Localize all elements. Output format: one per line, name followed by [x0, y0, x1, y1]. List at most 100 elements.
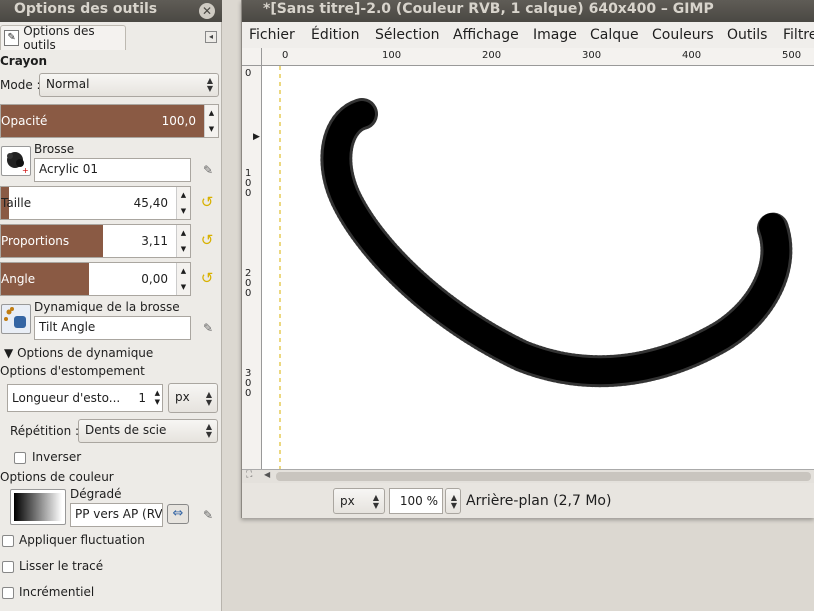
opacity-slider[interactable]: Opacité 100,0 ▲ ▼ — [0, 104, 219, 138]
reset-icon[interactable]: ↺ — [198, 231, 216, 249]
fade-length-spin[interactable]: ▲ ▼ — [155, 389, 160, 407]
menu-edition[interactable]: Édition — [311, 27, 359, 43]
size-slider[interactable]: Taille 45,40 ▲ ▼ — [0, 186, 191, 220]
scrollbar-thumb[interactable] — [276, 472, 811, 481]
color-options-label: Options de couleur — [0, 470, 114, 484]
chevron-updown-icon: ▲ ▼ — [205, 422, 212, 439]
gradient-label: Dégradé — [70, 487, 122, 501]
size-spin[interactable]: ▲ ▼ — [176, 187, 190, 219]
fade-options-label: Options d'estompement — [0, 364, 145, 378]
invert-checkbox[interactable] — [14, 452, 26, 464]
ruler-pointer-icon: ▶ — [253, 132, 260, 142]
hruler-label: 500 — [782, 50, 802, 61]
invert-label: Inverser — [32, 450, 82, 464]
hruler-label: 100 — [382, 50, 402, 61]
vruler-label: 1 0 0 — [245, 168, 252, 199]
incremental-label: Incrémentiel — [19, 585, 95, 599]
angle-value: 0,00 — [141, 272, 168, 286]
vruler-label: 2 0 0 — [245, 268, 252, 299]
image-canvas[interactable] — [262, 66, 814, 469]
fade-unit-select[interactable]: px ▲ ▼ — [168, 383, 218, 413]
unit-select[interactable]: px ▲ ▼ — [333, 488, 385, 514]
scroll-left-icon[interactable]: ◀ — [264, 470, 270, 479]
mode-select[interactable]: Normal ▲ ▼ — [39, 73, 219, 97]
angle-label: Angle — [1, 272, 36, 286]
tab-label: Options des outils — [23, 24, 95, 52]
opacity-value: 100,0 — [161, 114, 196, 128]
smooth-stroke-checkbox[interactable] — [2, 561, 14, 573]
image-window-title: *[Sans titre]-2.0 (Couleur RVB, 1 calque… — [242, 0, 814, 22]
triangle-down-icon: ▼ — [4, 346, 14, 360]
edit-icon[interactable]: ✎ — [200, 162, 216, 178]
zoom-field[interactable]: 100 % — [389, 488, 443, 514]
chevron-updown-icon: ▲ ▼ — [450, 493, 457, 510]
aspect-label: Proportions — [1, 234, 70, 248]
image-window: *[Sans titre]-2.0 (Couleur RVB, 1 calque… — [241, 0, 814, 518]
repeat-label: Répétition : — [10, 424, 80, 438]
svg-text:+: + — [22, 166, 29, 175]
panel-title: Options des outils — [14, 1, 158, 17]
opacity-label: Opacité — [1, 114, 48, 128]
dynamics-label: Dynamique de la brosse — [34, 300, 180, 314]
edit-icon[interactable]: ✎ — [200, 507, 216, 523]
vruler-label: 3 0 0 — [245, 368, 252, 399]
tab-tool-options[interactable]: ✎ Options des outils — [0, 24, 126, 52]
unit-value: px — [340, 494, 355, 508]
menu-couleurs[interactable]: Couleurs — [652, 27, 714, 43]
aspect-spin[interactable]: ▲ ▼ — [176, 225, 190, 257]
horizontal-scrollbar[interactable]: ⛶ ◀ — [242, 469, 814, 483]
dynamics-options-expander[interactable]: ▼ Options de dynamique — [4, 346, 153, 360]
menu-fichier[interactable]: Fichier — [249, 27, 295, 43]
menu-filtres[interactable]: Filtres — [783, 27, 814, 43]
hruler-label: 200 — [482, 50, 502, 61]
gradient-thumbnail[interactable] — [10, 489, 66, 525]
chevron-updown-icon: ▲ ▼ — [206, 76, 213, 93]
dynamics-field[interactable]: Tilt Angle — [34, 316, 191, 340]
vertical-ruler[interactable]: 0 1 0 0 2 0 0 3 0 0 ▶ — [242, 66, 262, 469]
tool-options-icon: ✎ — [4, 30, 20, 46]
hruler-label: 300 — [582, 50, 602, 61]
nav-icon[interactable]: ⛶ — [246, 470, 252, 480]
opacity-spin[interactable]: ▲ ▼ — [204, 105, 218, 137]
menu-selection[interactable]: Sélection — [375, 27, 440, 43]
fade-length-value: 1 — [138, 391, 146, 405]
aspect-value: 3,11 — [141, 234, 168, 248]
menu-calque[interactable]: Calque — [590, 27, 639, 43]
mode-value: Normal — [46, 77, 90, 91]
ruler-corner[interactable] — [242, 48, 262, 66]
fade-unit-value: px — [175, 390, 190, 404]
menu-outils[interactable]: Outils — [727, 27, 767, 43]
fade-length-label: Longueur d'esto... — [12, 391, 121, 405]
aspect-slider[interactable]: Proportions 3,11 ▲ ▼ — [0, 224, 191, 258]
swap-icon[interactable]: ⇔ — [167, 504, 189, 524]
mode-label: Mode : — [0, 78, 41, 92]
dynamics-icon — [4, 307, 26, 328]
gradient-field[interactable]: PP vers AP (RVB — [70, 503, 163, 527]
brush-preview-icon: + — [7, 152, 29, 175]
edit-icon[interactable]: ✎ — [200, 320, 216, 336]
angle-slider[interactable]: Angle 0,00 ▲ ▼ — [0, 262, 191, 296]
brush-field[interactable]: Acrylic 01 — [34, 158, 191, 182]
repeat-value: Dents de scie — [85, 423, 167, 437]
repeat-select[interactable]: Dents de scie ▲ ▼ — [78, 419, 218, 443]
hruler-label: 400 — [682, 50, 702, 61]
reset-icon[interactable]: ↺ — [198, 193, 216, 211]
chevron-updown-icon: ▲ ▼ — [205, 390, 212, 407]
apply-jitter-checkbox[interactable] — [2, 535, 14, 547]
menu-image[interactable]: Image — [533, 27, 577, 43]
reset-icon[interactable]: ↺ — [198, 269, 216, 287]
dynamics-thumbnail[interactable] — [1, 304, 31, 334]
horizontal-ruler[interactable]: 0 100 200 300 400 500 — [262, 48, 814, 66]
zoom-spin[interactable]: ▲ ▼ — [445, 488, 461, 514]
apply-jitter-label: Appliquer fluctuation — [19, 533, 145, 547]
incremental-checkbox[interactable] — [2, 587, 14, 599]
brush-thumbnail[interactable]: + — [1, 146, 31, 176]
tab-menu-icon[interactable]: ◂ — [205, 31, 217, 43]
size-value: 45,40 — [133, 196, 168, 210]
fade-length-field[interactable]: Longueur d'esto... 1 ▲ ▼ — [7, 384, 163, 412]
panel-title-bar: Options des outils ✕ — [0, 0, 222, 22]
canvas-drawing — [262, 66, 814, 469]
menu-affichage[interactable]: Affichage — [453, 27, 519, 43]
close-icon[interactable]: ✕ — [199, 3, 215, 19]
angle-spin[interactable]: ▲ ▼ — [176, 263, 190, 295]
